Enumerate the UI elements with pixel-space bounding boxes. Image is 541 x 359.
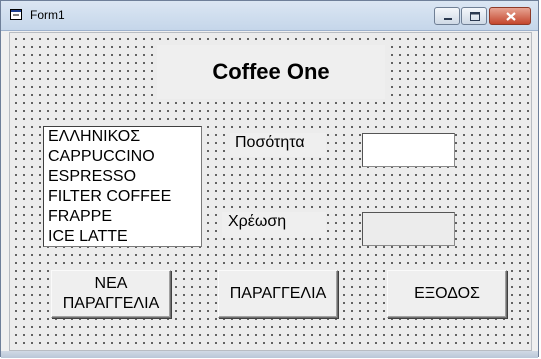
exit-button-label: ΕΞΟΔΟΣ <box>414 285 480 302</box>
order-button[interactable]: ΠΑΡΑΓΓΕΛΙΑ <box>218 270 338 318</box>
window-bottom-border <box>1 351 538 358</box>
list-item[interactable]: ΕΛΛΗΝΙΚΟΣ <box>44 127 201 147</box>
close-button[interactable] <box>489 7 531 25</box>
form-icon <box>10 9 22 20</box>
maximize-icon <box>470 12 480 21</box>
list-item[interactable]: ICE LATTE <box>44 227 201 246</box>
form1-window: Form1 Coffee One ΕΛΛΗΝΙΚΟΣ CAPPUCCINO ES… <box>0 0 539 358</box>
title-bar[interactable]: Form1 <box>1 1 538 31</box>
minimize-icon <box>444 18 452 20</box>
minimize-button[interactable] <box>434 7 460 25</box>
charge-label: Χρέωση <box>222 212 326 238</box>
heading-panel: Coffee One <box>157 45 385 99</box>
form-client-area: Coffee One ΕΛΛΗΝΙΚΟΣ CAPPUCCINO ESPRESSO… <box>9 32 532 351</box>
order-button-label: ΠΑΡΑΓΓΕΛΙΑ <box>229 285 327 302</box>
exit-button[interactable]: ΕΞΟΔΟΣ <box>387 270 507 318</box>
window-title: Form1 <box>30 8 65 22</box>
new-order-label-line1: ΝΕΑ <box>94 275 128 292</box>
coffee-listbox[interactable]: ΕΛΛΗΝΙΚΟΣ CAPPUCCINO ESPRESSO FILTER COF… <box>43 126 202 247</box>
quantity-label: Ποσότητα <box>230 133 326 157</box>
maximize-button[interactable] <box>461 7 487 25</box>
new-order-label-line2: ΠΑΡΑΓΓΕΛΙΑ <box>62 295 160 312</box>
list-item[interactable]: FRAPPE <box>44 207 201 227</box>
list-item[interactable]: CAPPUCCINO <box>44 147 201 167</box>
charge-field <box>362 212 455 246</box>
list-item[interactable]: FILTER COFFEE <box>44 187 201 207</box>
close-icon <box>506 12 516 21</box>
page-title: Coffee One <box>212 59 330 84</box>
new-order-button[interactable]: ΝΕΑ ΠΑΡΑΓΓΕΛΙΑ <box>51 270 171 318</box>
quantity-input[interactable] <box>362 133 455 167</box>
list-item[interactable]: ESPRESSO <box>44 167 201 187</box>
